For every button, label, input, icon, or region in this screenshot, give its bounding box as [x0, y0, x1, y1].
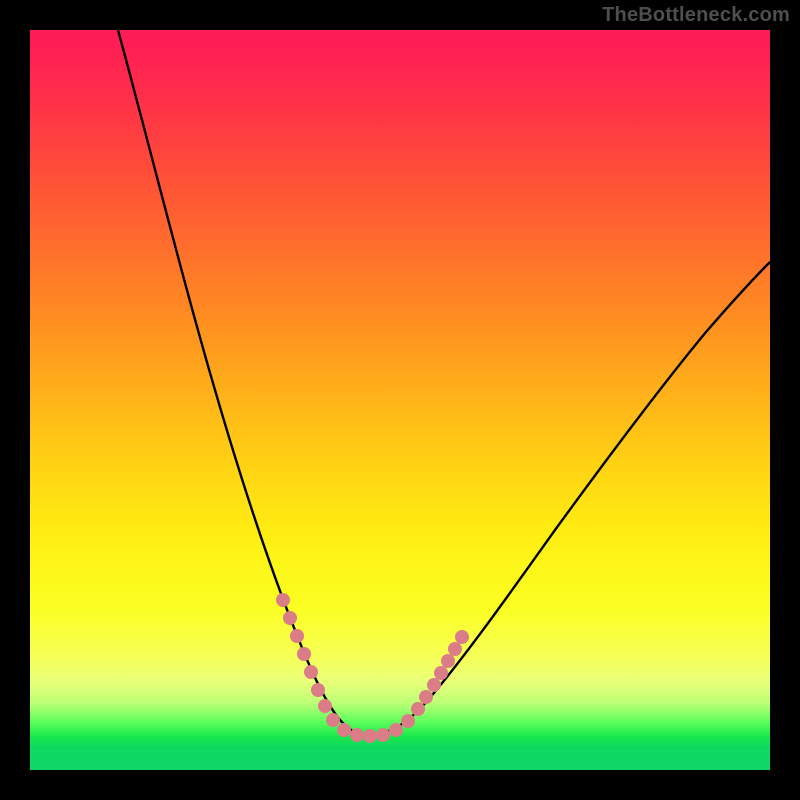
chart-stage: TheBottleneck.com	[0, 0, 800, 800]
watermark-text: TheBottleneck.com	[602, 4, 790, 27]
plot-area	[30, 30, 770, 770]
highlight-markers	[276, 593, 469, 743]
bottleneck-curve	[30, 30, 770, 770]
curve-path	[118, 30, 770, 735]
